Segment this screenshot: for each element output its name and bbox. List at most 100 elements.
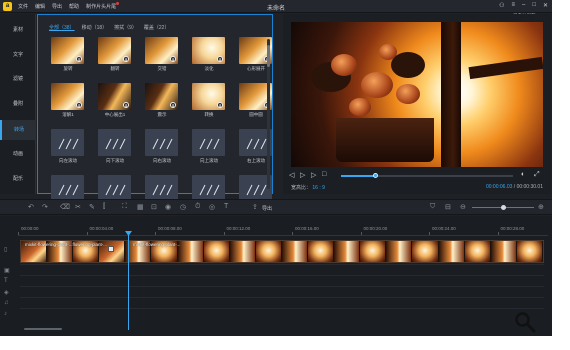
nav-item-animation[interactable]: 动画 [0, 144, 36, 164]
transition-tile[interactable]: ⬇ [145, 83, 178, 110]
clip-frame [464, 241, 491, 262]
clip-label: mixkit-flowering-plant-... [133, 242, 181, 247]
nav-item-transitions[interactable]: 转场 [0, 120, 36, 140]
transition-tile[interactable]: ⬇ [98, 83, 131, 110]
transition-tile[interactable]: ⬇ [192, 37, 225, 64]
video-preview[interactable] [291, 22, 543, 167]
split-icon[interactable]: ⫿ [103, 203, 105, 211]
video-pot-shape [336, 118, 434, 162]
redo-icon[interactable]: ↷ [42, 203, 48, 211]
nav-item-music[interactable]: 配乐 [0, 169, 36, 189]
library-scroll-thumb[interactable] [267, 45, 270, 67]
seek-knob[interactable] [372, 173, 378, 178]
menu-icon[interactable]: ≡ [511, 2, 515, 9]
download-icon[interactable]: ⬇ [217, 56, 223, 62]
library-scrollbar[interactable] [267, 39, 270, 189]
crop-icon[interactable]: ⛶ [122, 203, 127, 211]
duration-icon[interactable]: ⏱ [195, 203, 200, 211]
nav-item-text[interactable]: 文字 [0, 45, 36, 65]
download-icon[interactable]: ⬇ [123, 56, 129, 62]
minimize-icon[interactable]: – [522, 2, 525, 9]
timeline-scrollbar[interactable] [24, 328, 62, 330]
filter-lane[interactable] [20, 286, 544, 297]
download-icon[interactable]: ⬇ [170, 56, 176, 62]
prev-frame-icon[interactable]: ◁ [289, 171, 294, 179]
delete-icon[interactable]: ⌫ [60, 203, 70, 211]
eye-icon[interactable]: ◉ [165, 203, 171, 211]
time-ruler[interactable]: 00:00:00 00:00:04.00 00:00:08.00 00:00:12.0… [18, 226, 548, 236]
download-icon[interactable]: ⬇ [217, 102, 223, 108]
nav-item-media[interactable]: 素材 [0, 20, 36, 40]
audio-lane[interactable] [20, 297, 544, 308]
tab-all[interactable]: 全部（38） [49, 24, 75, 31]
tab-cover[interactable]: 覆盖（22） [144, 24, 170, 31]
download-icon[interactable]: ⬇ [76, 102, 82, 108]
video-track-icon: ▯ [4, 247, 8, 253]
shield-icon[interactable]: ⛉ [430, 203, 435, 211]
mosaic-icon[interactable]: ▦ [137, 203, 144, 211]
transition-tile[interactable] [98, 175, 131, 202]
stop-icon[interactable]: □ [322, 171, 326, 178]
edit-toolbar: ↶ ↷ ⌫ ✂ ✎ ⫿ ⛶ ▦ ⊡ ◉ ◷ ⏱ ◎ T ⇪ 导出 ⛉ ⊟ ⊖ ⊕ [0, 199, 552, 215]
voice-lane[interactable] [20, 308, 544, 319]
download-icon[interactable]: ⬇ [76, 56, 82, 62]
cut-icon[interactable]: ✂ [75, 203, 81, 211]
transition-tile[interactable]: ⬇ [145, 37, 178, 64]
transition-tile[interactable]: ⬇ [98, 37, 131, 64]
next-frame-icon[interactable]: ▷ [311, 171, 316, 179]
overlay-lane[interactable] [20, 264, 544, 275]
transition-tile[interactable]: ⬇ [51, 83, 84, 110]
maximize-icon[interactable]: □ [532, 2, 536, 9]
video-flower-shape [379, 44, 397, 60]
ruler-tick-label: 00:00:24.00 [432, 226, 456, 231]
volume-icon[interactable]: ◐ [521, 171, 525, 178]
freeze-icon[interactable]: ⊡ [151, 203, 157, 211]
clip-frame [334, 241, 361, 262]
text-icon[interactable]: T [224, 203, 228, 210]
text-lane[interactable] [20, 275, 544, 286]
close-icon[interactable]: ✕ [543, 2, 548, 9]
arrows-icon [58, 138, 79, 150]
tab-move[interactable]: 移动（18） [82, 24, 108, 31]
nav-item-overlays[interactable]: 叠附 [0, 94, 36, 114]
edit-icon[interactable]: ✎ [89, 203, 95, 211]
video-track[interactable]: mixkit-flowering-plant-...flowering-plan… [20, 240, 544, 263]
transition-tile[interactable] [98, 129, 131, 156]
transition-tile[interactable]: ⬇ [192, 83, 225, 110]
transition-tile[interactable] [192, 129, 225, 156]
play-icon[interactable]: ▷ [300, 171, 305, 179]
zoom-knob[interactable] [500, 205, 506, 210]
transition-tile[interactable] [145, 175, 178, 202]
record-icon[interactable]: ◎ [209, 203, 215, 211]
transition-tile[interactable] [51, 129, 84, 156]
transition-tile[interactable] [51, 175, 84, 202]
transition-marker[interactable] [108, 246, 114, 252]
seek-bar[interactable] [341, 173, 513, 178]
download-icon[interactable]: ⬇ [123, 102, 129, 108]
transition-tile[interactable]: ⬇ [51, 37, 84, 64]
export-button[interactable]: 导出 [262, 205, 272, 212]
speed-icon[interactable]: ◷ [180, 203, 186, 211]
fullscreen-icon[interactable]: ⤢ [534, 171, 540, 179]
transition-tile[interactable] [145, 129, 178, 156]
download-icon[interactable]: ⬇ [170, 102, 176, 108]
fit-icon[interactable]: ⊟ [445, 203, 451, 211]
transition-label: 震示 [157, 112, 167, 117]
search-zoom-icon[interactable] [514, 311, 536, 333]
transition-tile[interactable] [192, 175, 225, 202]
user-icon[interactable]: ⚇ [499, 2, 504, 9]
tab-wipe[interactable]: 擦拭（9） [114, 24, 137, 31]
transition-label: 心形展开 [247, 66, 265, 71]
zoom-out-icon[interactable]: ⊖ [460, 203, 466, 211]
arrows-icon [58, 184, 79, 196]
voice-track-icon: ♪ [4, 311, 7, 317]
aspect-ratio[interactable]: 宽高比： 16 : 9 [291, 184, 325, 191]
export-icon[interactable]: ⇪ [252, 203, 258, 211]
video-flower-shape [361, 72, 393, 98]
undo-icon[interactable]: ↶ [28, 203, 34, 211]
nav-item-filters[interactable]: 滤镜 [0, 69, 36, 89]
playhead[interactable] [128, 234, 129, 330]
seek-fill [341, 175, 376, 177]
zoom-slider[interactable] [472, 205, 534, 210]
zoom-in-icon[interactable]: ⊕ [538, 203, 544, 211]
